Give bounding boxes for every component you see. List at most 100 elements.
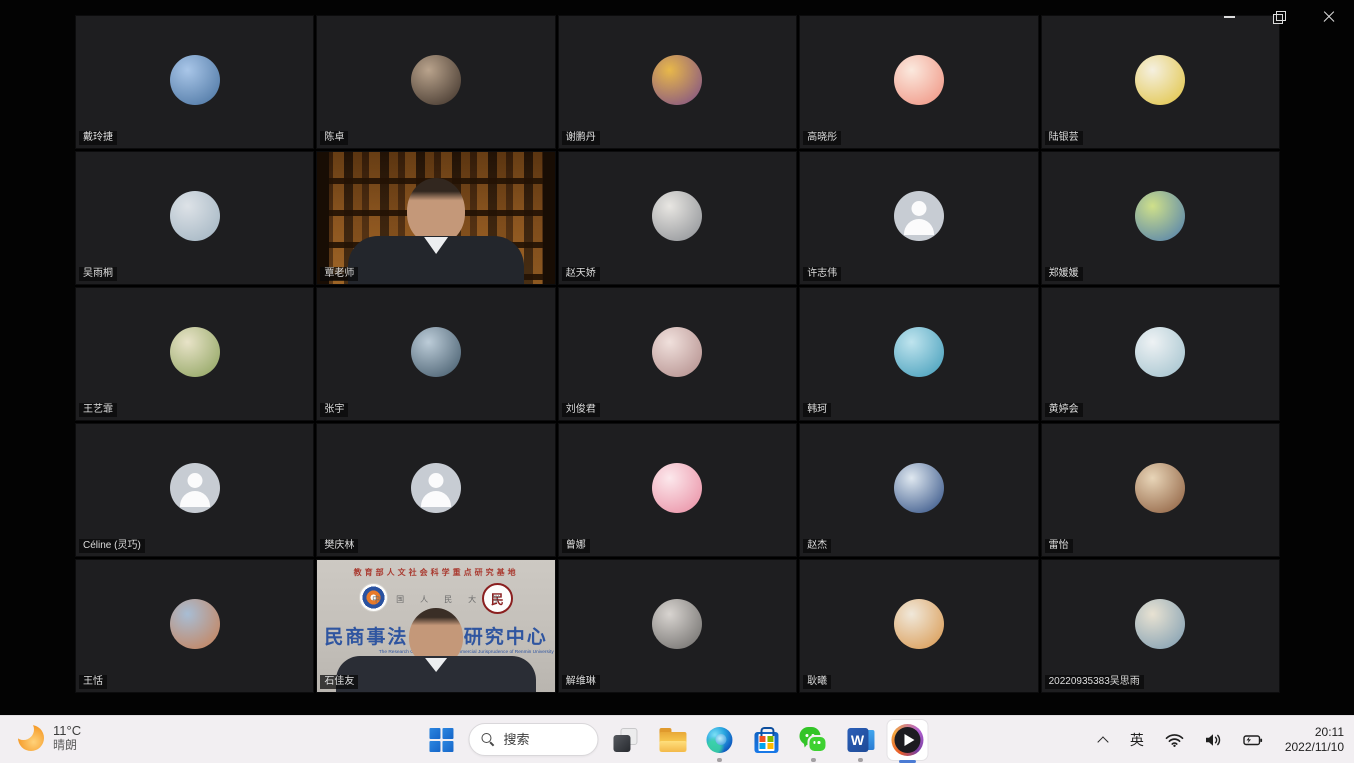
participant-name: 许志伟 <box>803 267 841 281</box>
participant-name: 郑媛媛 <box>1045 267 1083 281</box>
speaker-silhouette <box>317 152 554 284</box>
store-bag-icon <box>754 732 778 753</box>
participant-tile[interactable]: 郑媛媛 <box>1041 151 1280 285</box>
avatar <box>894 55 944 105</box>
participant-tile[interactable]: 20220935383吴思雨 <box>1041 559 1280 693</box>
avatar <box>652 191 702 241</box>
avatar <box>411 55 461 105</box>
wifi-icon[interactable] <box>1162 730 1187 750</box>
edge-button[interactable] <box>699 720 739 760</box>
weather-widget[interactable]: 11°C 晴朗 <box>12 721 87 754</box>
participant-name: Céline (灵巧) <box>79 539 145 553</box>
wechat-button[interactable] <box>793 720 833 760</box>
participant-tile[interactable]: 陈卓 <box>316 15 555 149</box>
participant-grid: 戴玲捷 陈卓谢鹏丹 高晓彤 陆银芸吴雨桐 覃老师 赵天娇 许志伟 郑媛媛王艺霏 张宇 刘俊君韩珂… <box>75 15 1280 693</box>
participant-name: 解维琳 <box>562 675 600 689</box>
participant-name: 谢鹏丹 <box>562 131 600 145</box>
participant-tile[interactable]: 张宇 <box>316 287 555 421</box>
search-icon <box>481 733 494 746</box>
video-feed-banner: 教育部人文社会科学重点研究基地 民 中国人民大学 民商事法 研究中心 The R… <box>317 560 554 692</box>
microsoft-store-button[interactable] <box>746 720 786 760</box>
window-controls <box>1220 9 1338 25</box>
participant-tile[interactable]: 曾娜 <box>558 423 797 557</box>
task-view-button[interactable] <box>605 720 645 760</box>
participant-name: 石佳友 <box>320 675 358 689</box>
clock-widget[interactable]: 20:11 2022/11/10 <box>1285 725 1344 755</box>
participant-tile[interactable]: 赵杰 <box>799 423 1038 557</box>
participant-tile[interactable]: 樊庆林 <box>316 423 555 557</box>
participant-name: 王恬 <box>79 675 107 689</box>
video-feed-bookshelf <box>317 152 554 284</box>
restore-button[interactable] <box>1270 9 1288 25</box>
participant-name: 韩珂 <box>803 403 831 417</box>
participant-tile[interactable]: Céline (灵巧) <box>75 423 314 557</box>
participant-tile[interactable]: 刘俊君 <box>558 287 797 421</box>
participant-name: 覃老师 <box>320 267 358 281</box>
avatar <box>1135 191 1185 241</box>
avatar <box>1135 463 1185 513</box>
crescent-moon-icon <box>18 725 44 751</box>
participant-name: 王艺霏 <box>79 403 117 417</box>
participant-tile[interactable]: 吴雨桐 <box>75 151 314 285</box>
tray-chevron-up-icon[interactable] <box>1095 733 1112 747</box>
close-button[interactable] <box>1320 9 1338 25</box>
participant-name: 吴雨桐 <box>79 267 117 281</box>
battery-icon[interactable] <box>1240 730 1266 750</box>
avatar <box>1135 327 1185 377</box>
avatar <box>170 191 220 241</box>
default-avatar <box>894 191 944 241</box>
participant-tile[interactable]: 赵天娇 <box>558 151 797 285</box>
participant-name: 赵天娇 <box>562 267 600 281</box>
participant-tile[interactable]: 黄婷会 <box>1041 287 1280 421</box>
taskbar-search[interactable] <box>468 723 598 756</box>
participant-tile[interactable]: 耿曦 <box>799 559 1038 693</box>
speaker-icon[interactable] <box>1202 730 1225 750</box>
participant-tile[interactable]: 王艺霏 <box>75 287 314 421</box>
participant-name: 陆银芸 <box>1045 131 1083 145</box>
minimize-button[interactable] <box>1220 9 1238 25</box>
participant-tile[interactable]: 高晓彤 <box>799 15 1038 149</box>
participant-tile[interactable]: 谢鹏丹 <box>558 15 797 149</box>
search-input[interactable] <box>501 731 565 748</box>
default-avatar <box>411 463 461 513</box>
participant-name: 樊庆林 <box>320 539 358 553</box>
participant-name: 黄婷会 <box>1045 403 1083 417</box>
start-button[interactable] <box>421 720 461 760</box>
taskbar-center: W <box>421 716 927 763</box>
participant-name: 张宇 <box>320 403 348 417</box>
ime-indicator[interactable]: 英 <box>1127 727 1147 753</box>
avatar <box>652 599 702 649</box>
wechat-icon <box>799 727 827 753</box>
play-button-icon <box>891 724 923 756</box>
participant-tile[interactable]: 韩珂 <box>799 287 1038 421</box>
participant-name: 20220935383吴思雨 <box>1045 675 1144 689</box>
participant-tile[interactable]: 雷怡 <box>1041 423 1280 557</box>
word-button[interactable]: W <box>840 720 880 760</box>
meeting-player-button[interactable] <box>887 720 927 760</box>
file-explorer-button[interactable] <box>652 720 692 760</box>
participant-tile[interactable]: 许志伟 <box>799 151 1038 285</box>
avatar <box>652 463 702 513</box>
participant-name: 耿曦 <box>803 675 831 689</box>
participant-name: 赵杰 <box>803 539 831 553</box>
participant-tile[interactable]: 教育部人文社会科学重点研究基地 民 中国人民大学 民商事法 研究中心 The R… <box>316 559 555 693</box>
participant-tile[interactable]: 解维琳 <box>558 559 797 693</box>
taskbar: 11°C 晴朗 <box>0 715 1354 763</box>
avatar <box>652 55 702 105</box>
avatar <box>170 599 220 649</box>
participant-name: 高晓彤 <box>803 131 841 145</box>
participant-tile[interactable]: 陆银芸 <box>1041 15 1280 149</box>
tray-time: 20:11 <box>1285 725 1344 740</box>
weather-temperature: 11°C <box>53 723 81 738</box>
windows-logo-icon <box>429 728 453 752</box>
edge-browser-icon <box>706 727 732 753</box>
participant-tile[interactable]: 覃老师 <box>316 151 555 285</box>
participant-name: 戴玲捷 <box>79 131 117 145</box>
participant-tile[interactable]: 王恬 <box>75 559 314 693</box>
avatar <box>652 327 702 377</box>
default-avatar <box>170 463 220 513</box>
task-view-icon <box>613 728 637 752</box>
meeting-window: 戴玲捷 陈卓谢鹏丹 高晓彤 陆银芸吴雨桐 覃老师 赵天娇 许志伟 郑媛媛王艺霏 张宇 刘俊君韩珂… <box>0 0 1354 715</box>
speaker-silhouette <box>317 560 554 692</box>
participant-tile[interactable]: 戴玲捷 <box>75 15 314 149</box>
